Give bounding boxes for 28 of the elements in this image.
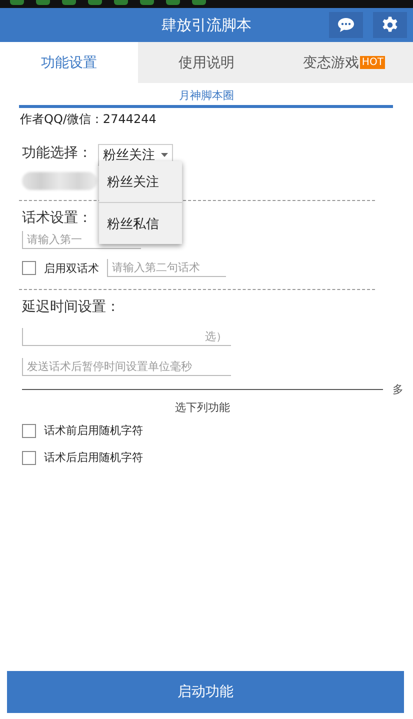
- author-text: 作者QQ/微信：2744244: [20, 111, 158, 128]
- app-title: 肆放引流脚本: [160, 16, 252, 34]
- menu-item[interactable]: 粉丝私信: [99, 202, 182, 244]
- field-label: 功能选择：: [22, 144, 92, 162]
- side-note: 多: [392, 382, 404, 397]
- input-field[interactable]: 选）: [22, 328, 231, 346]
- chat-bubble-icon: [337, 17, 355, 33]
- input-field[interactable]: 请输入第二句话术: [107, 259, 226, 277]
- settings-button[interactable]: [373, 12, 407, 38]
- settings-icon: [381, 16, 399, 34]
- caret-icon: [161, 153, 168, 157]
- checkbox[interactable]: [22, 424, 36, 438]
- tab[interactable]: 使用说明: [138, 42, 276, 83]
- checkbox-option[interactable]: 话术前启用随机字符: [22, 423, 413, 438]
- checkbox[interactable]: [22, 261, 36, 275]
- tab[interactable]: 变态游戏 HOT: [275, 42, 413, 83]
- input-field[interactable]: 发送话术后暂停时间设置单位毫秒: [22, 358, 231, 376]
- start-button[interactable]: 启动功能: [7, 671, 404, 713]
- hint-text: 选下列功能: [175, 400, 230, 415]
- chat-button[interactable]: [329, 12, 363, 38]
- checkbox-option[interactable]: 话术后启用随机字符: [22, 450, 413, 465]
- hot-badge: HOT: [360, 56, 386, 69]
- field-label: 延迟时间设置：: [22, 298, 120, 316]
- field-label: 话术设置：: [22, 209, 92, 227]
- checkbox[interactable]: [22, 450, 36, 464]
- input-field[interactable]: 请输入第一: [22, 231, 141, 249]
- link[interactable]: 月神脚本圈: [0, 88, 413, 103]
- checkbox-option[interactable]: 启用双话术: [22, 260, 99, 276]
